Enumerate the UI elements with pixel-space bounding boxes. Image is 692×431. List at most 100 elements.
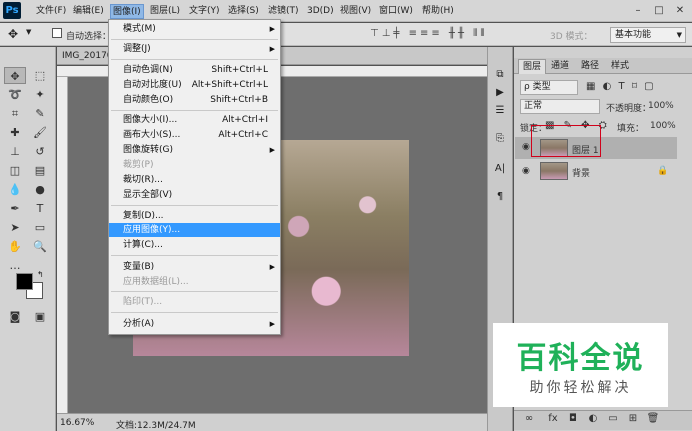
opacity-label: 不透明度： (606, 104, 652, 114)
menu-help[interactable]: 帮助(H) (420, 4, 456, 19)
menu-separator (111, 39, 278, 40)
quick-mask-icon[interactable]: ◙ (4, 308, 26, 325)
link-layers-icon[interactable]: ∞ (522, 413, 536, 424)
menu-layer[interactable]: 图层(L) (148, 4, 182, 19)
menu-image[interactable]: 图像(I) (110, 4, 144, 19)
menu-item-canvas-size[interactable]: 画布大小(S)... Alt+Ctrl+C (109, 128, 280, 142)
character-panel-icon[interactable]: A| (493, 162, 507, 176)
menu-select[interactable]: 选择(S) (226, 4, 261, 19)
eraser-tool-icon[interactable]: ◫ (4, 162, 26, 179)
eye-icon[interactable]: ◉ (522, 166, 530, 176)
add-mask-icon[interactable]: ◘ (566, 413, 580, 424)
menu-edit[interactable]: 编辑(E) (71, 4, 106, 19)
document-size: 文档:12.3M/24.7M (116, 421, 196, 431)
menu-item-calculations[interactable]: 计算(C)... (109, 238, 280, 252)
history-brush-icon[interactable]: ↺ (29, 143, 51, 160)
tab-styles[interactable]: 样式 (607, 59, 633, 74)
menu-item-crop[interactable]: 裁剪(P) (109, 158, 280, 172)
menu-item-image-rotation[interactable]: 图像旋转(G) ▶ (109, 143, 280, 157)
zoom-tool-icon[interactable]: 🔍 (29, 238, 51, 255)
menu-separator (111, 255, 278, 256)
fx-icon[interactable]: fx (546, 413, 560, 424)
menu-separator (111, 110, 278, 111)
auto-select-checkbox[interactable] (52, 28, 62, 38)
layer-filter-select[interactable]: ρ 类型 (520, 80, 578, 95)
pen-tool-icon[interactable]: ✒ (4, 200, 26, 217)
foreground-color-swatch[interactable] (16, 273, 33, 290)
brush-tool-icon[interactable]: 🖌 (29, 124, 51, 141)
type-tool-icon[interactable]: T (29, 200, 51, 217)
marquee-tool-icon[interactable]: ⬚ (29, 67, 51, 84)
menu-item-trim[interactable]: 裁切(R)... (109, 173, 280, 187)
menu-separator (111, 205, 278, 206)
document-tab-title: IMG_20170 (62, 51, 113, 61)
menu-item-image-size[interactable]: 图像大小(I)... Alt+Ctrl+I (109, 113, 280, 127)
align-icons[interactable]: ⊤⊥╪ ≡≡≡ ╫╫ ⫴⫴ (370, 28, 488, 39)
opacity-value[interactable]: 100% (648, 101, 674, 111)
menu-window[interactable]: 窗口(W) (377, 4, 415, 19)
menu-file[interactable]: 文件(F) (34, 4, 68, 19)
blur-tool-icon[interactable]: 💧 (4, 181, 26, 198)
menu-filter[interactable]: 滤镜(T) (266, 4, 301, 19)
history-panel-icon[interactable]: ⧉ (493, 68, 507, 82)
crop-tool-icon[interactable]: ⌗ (4, 105, 26, 122)
delete-layer-icon[interactable]: 🗑 (646, 413, 660, 424)
lasso-tool-icon[interactable]: ➰ (4, 86, 26, 103)
menu-type[interactable]: 文字(Y) (187, 4, 222, 19)
properties-panel-icon[interactable]: ☰ (493, 104, 507, 118)
eyedropper-icon[interactable]: ✎ (29, 105, 51, 122)
fill-label: 填充： (617, 124, 645, 134)
layer-filter-icons[interactable]: ▦ ◐ T ⌑ ▢ (586, 81, 656, 92)
menu-item-auto-color[interactable]: 自动颜色(O) Shift+Ctrl+B (109, 93, 280, 107)
paragraph-panel-icon[interactable]: ¶ (493, 190, 507, 204)
move-tool-icon[interactable]: ✥ (4, 67, 26, 84)
menu-item-auto-contrast[interactable]: 自动对比度(U) Alt+Shift+Ctrl+L (109, 78, 280, 92)
close-icon[interactable]: ✕ (672, 3, 688, 18)
menu-item-adjustments[interactable]: 调整(J) ▶ (109, 42, 280, 56)
chevron-down-icon[interactable]: ▼ (26, 28, 31, 36)
clone-stamp-icon[interactable]: ⊥ (4, 143, 26, 160)
tab-channels[interactable]: 通道 (547, 59, 573, 74)
new-layer-icon[interactable]: ⊞ (626, 413, 640, 424)
blend-mode-select[interactable]: 正常 (520, 99, 600, 114)
lock-icon: 🔒 (657, 166, 669, 176)
swap-colors-icon[interactable]: ↰ (37, 270, 44, 279)
workspace-select[interactable]: 基本功能 ▼ (610, 27, 686, 43)
move-tool-icon[interactable]: ✥ (8, 27, 18, 41)
menu-item-trap[interactable]: 陷印(T)... (109, 295, 280, 309)
gradient-tool-icon[interactable]: ▤ (29, 162, 51, 179)
menu-item-apply-data-set[interactable]: 应用数据组(L)... (109, 275, 280, 289)
menu-view[interactable]: 视图(V) (338, 4, 373, 19)
fill-value[interactable]: 100% (650, 121, 676, 131)
menu-item-variables[interactable]: 变量(B) ▶ (109, 260, 280, 274)
tab-layers[interactable]: 图层 (518, 59, 547, 74)
menu-item-duplicate[interactable]: 复制(D)... (109, 209, 280, 223)
layer-name[interactable]: 背景 (572, 166, 590, 179)
auto-select-label: 自动选择： (66, 32, 112, 42)
eye-icon[interactable]: ◉ (522, 142, 530, 152)
new-group-icon[interactable]: ▭ (606, 413, 620, 424)
zoom-level[interactable]: 16.67% (60, 418, 94, 428)
actions-play-icon[interactable]: ▶ (493, 86, 507, 100)
tab-paths[interactable]: 路径 (577, 59, 603, 74)
minimize-icon[interactable]: – (630, 3, 646, 18)
adjustment-layer-icon[interactable]: ◐ (586, 413, 600, 424)
screen-mode-icon[interactable]: ▣ (29, 308, 51, 325)
clone-source-icon[interactable]: ⎘ (493, 132, 507, 146)
menu-item-auto-tone[interactable]: 自动色调(N) Shift+Ctrl+L (109, 63, 280, 77)
menu-3d[interactable]: 3D(D) (305, 4, 336, 19)
menu-item-mode[interactable]: 模式(M) ▶ (109, 22, 280, 36)
more-tools-icon[interactable]: … (4, 257, 26, 274)
shape-tool-icon[interactable]: ▭ (29, 219, 51, 236)
menu-item-apply-image[interactable]: 应用图像(Y)... (109, 223, 280, 237)
watermark-subtitle: 助你轻松解决 (529, 380, 632, 396)
menu-item-analysis[interactable]: 分析(A) ▶ (109, 317, 280, 331)
path-select-icon[interactable]: ➤ (4, 219, 26, 236)
hand-tool-icon[interactable]: ✋ (4, 238, 26, 255)
healing-brush-icon[interactable]: ✚ (4, 124, 26, 141)
maximize-icon[interactable]: □ (651, 3, 667, 18)
layer-thumbnail (540, 162, 568, 180)
magic-wand-icon[interactable]: ✦ (29, 86, 51, 103)
menu-item-reveal-all[interactable]: 显示全部(V) (109, 188, 280, 202)
dodge-tool-icon[interactable]: ● (29, 181, 51, 198)
